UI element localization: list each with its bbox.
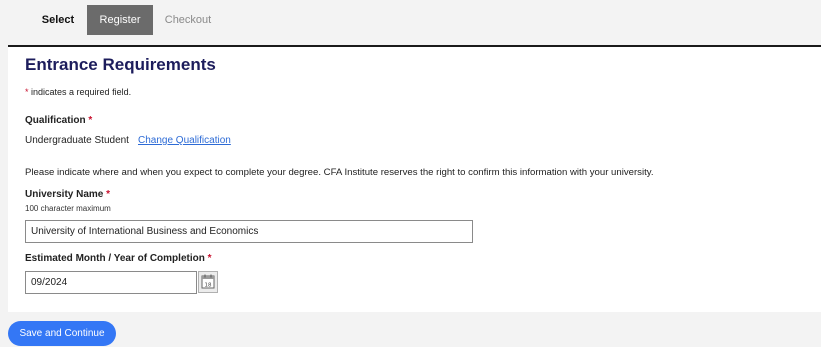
calendar-icon: 18 <box>201 274 215 289</box>
step-register-active[interactable]: Register <box>87 5 153 35</box>
university-name-label: University Name * <box>25 189 110 200</box>
required-marker: * <box>88 115 93 126</box>
instructions-text: Please indicate where and when you expec… <box>25 167 654 178</box>
change-qualification-link[interactable]: Change Qualification <box>138 135 231 146</box>
qualification-label-text: Qualification <box>25 115 86 126</box>
progress-steps: Select Register Checkout <box>0 0 821 46</box>
completion-date-input[interactable] <box>25 271 197 294</box>
calendar-picker-button[interactable]: 18 <box>198 271 218 293</box>
university-name-hint: 100 character maximum <box>25 204 111 213</box>
completion-date-label: Estimated Month / Year of Completion * <box>25 253 212 264</box>
university-name-label-text: University Name <box>25 189 104 200</box>
save-and-continue-button[interactable]: Save and Continue <box>8 321 116 346</box>
qualification-label: Qualification * <box>25 115 92 126</box>
qualification-value: Undergraduate Student <box>25 135 129 146</box>
required-marker: * <box>106 189 111 200</box>
step-select[interactable]: Select <box>36 5 80 35</box>
completion-date-label-text: Estimated Month / Year of Completion <box>25 253 205 264</box>
university-name-input[interactable] <box>25 220 473 243</box>
calendar-day-number: 18 <box>205 283 212 289</box>
required-marker: * <box>207 253 212 264</box>
entrance-requirements-panel: Entrance Requirements * indicates a requ… <box>8 47 821 312</box>
page-title: Entrance Requirements <box>25 55 216 74</box>
required-field-note: * indicates a required field. <box>25 87 131 97</box>
required-note-text: indicates a required field. <box>28 87 132 97</box>
step-checkout[interactable]: Checkout <box>160 5 216 35</box>
